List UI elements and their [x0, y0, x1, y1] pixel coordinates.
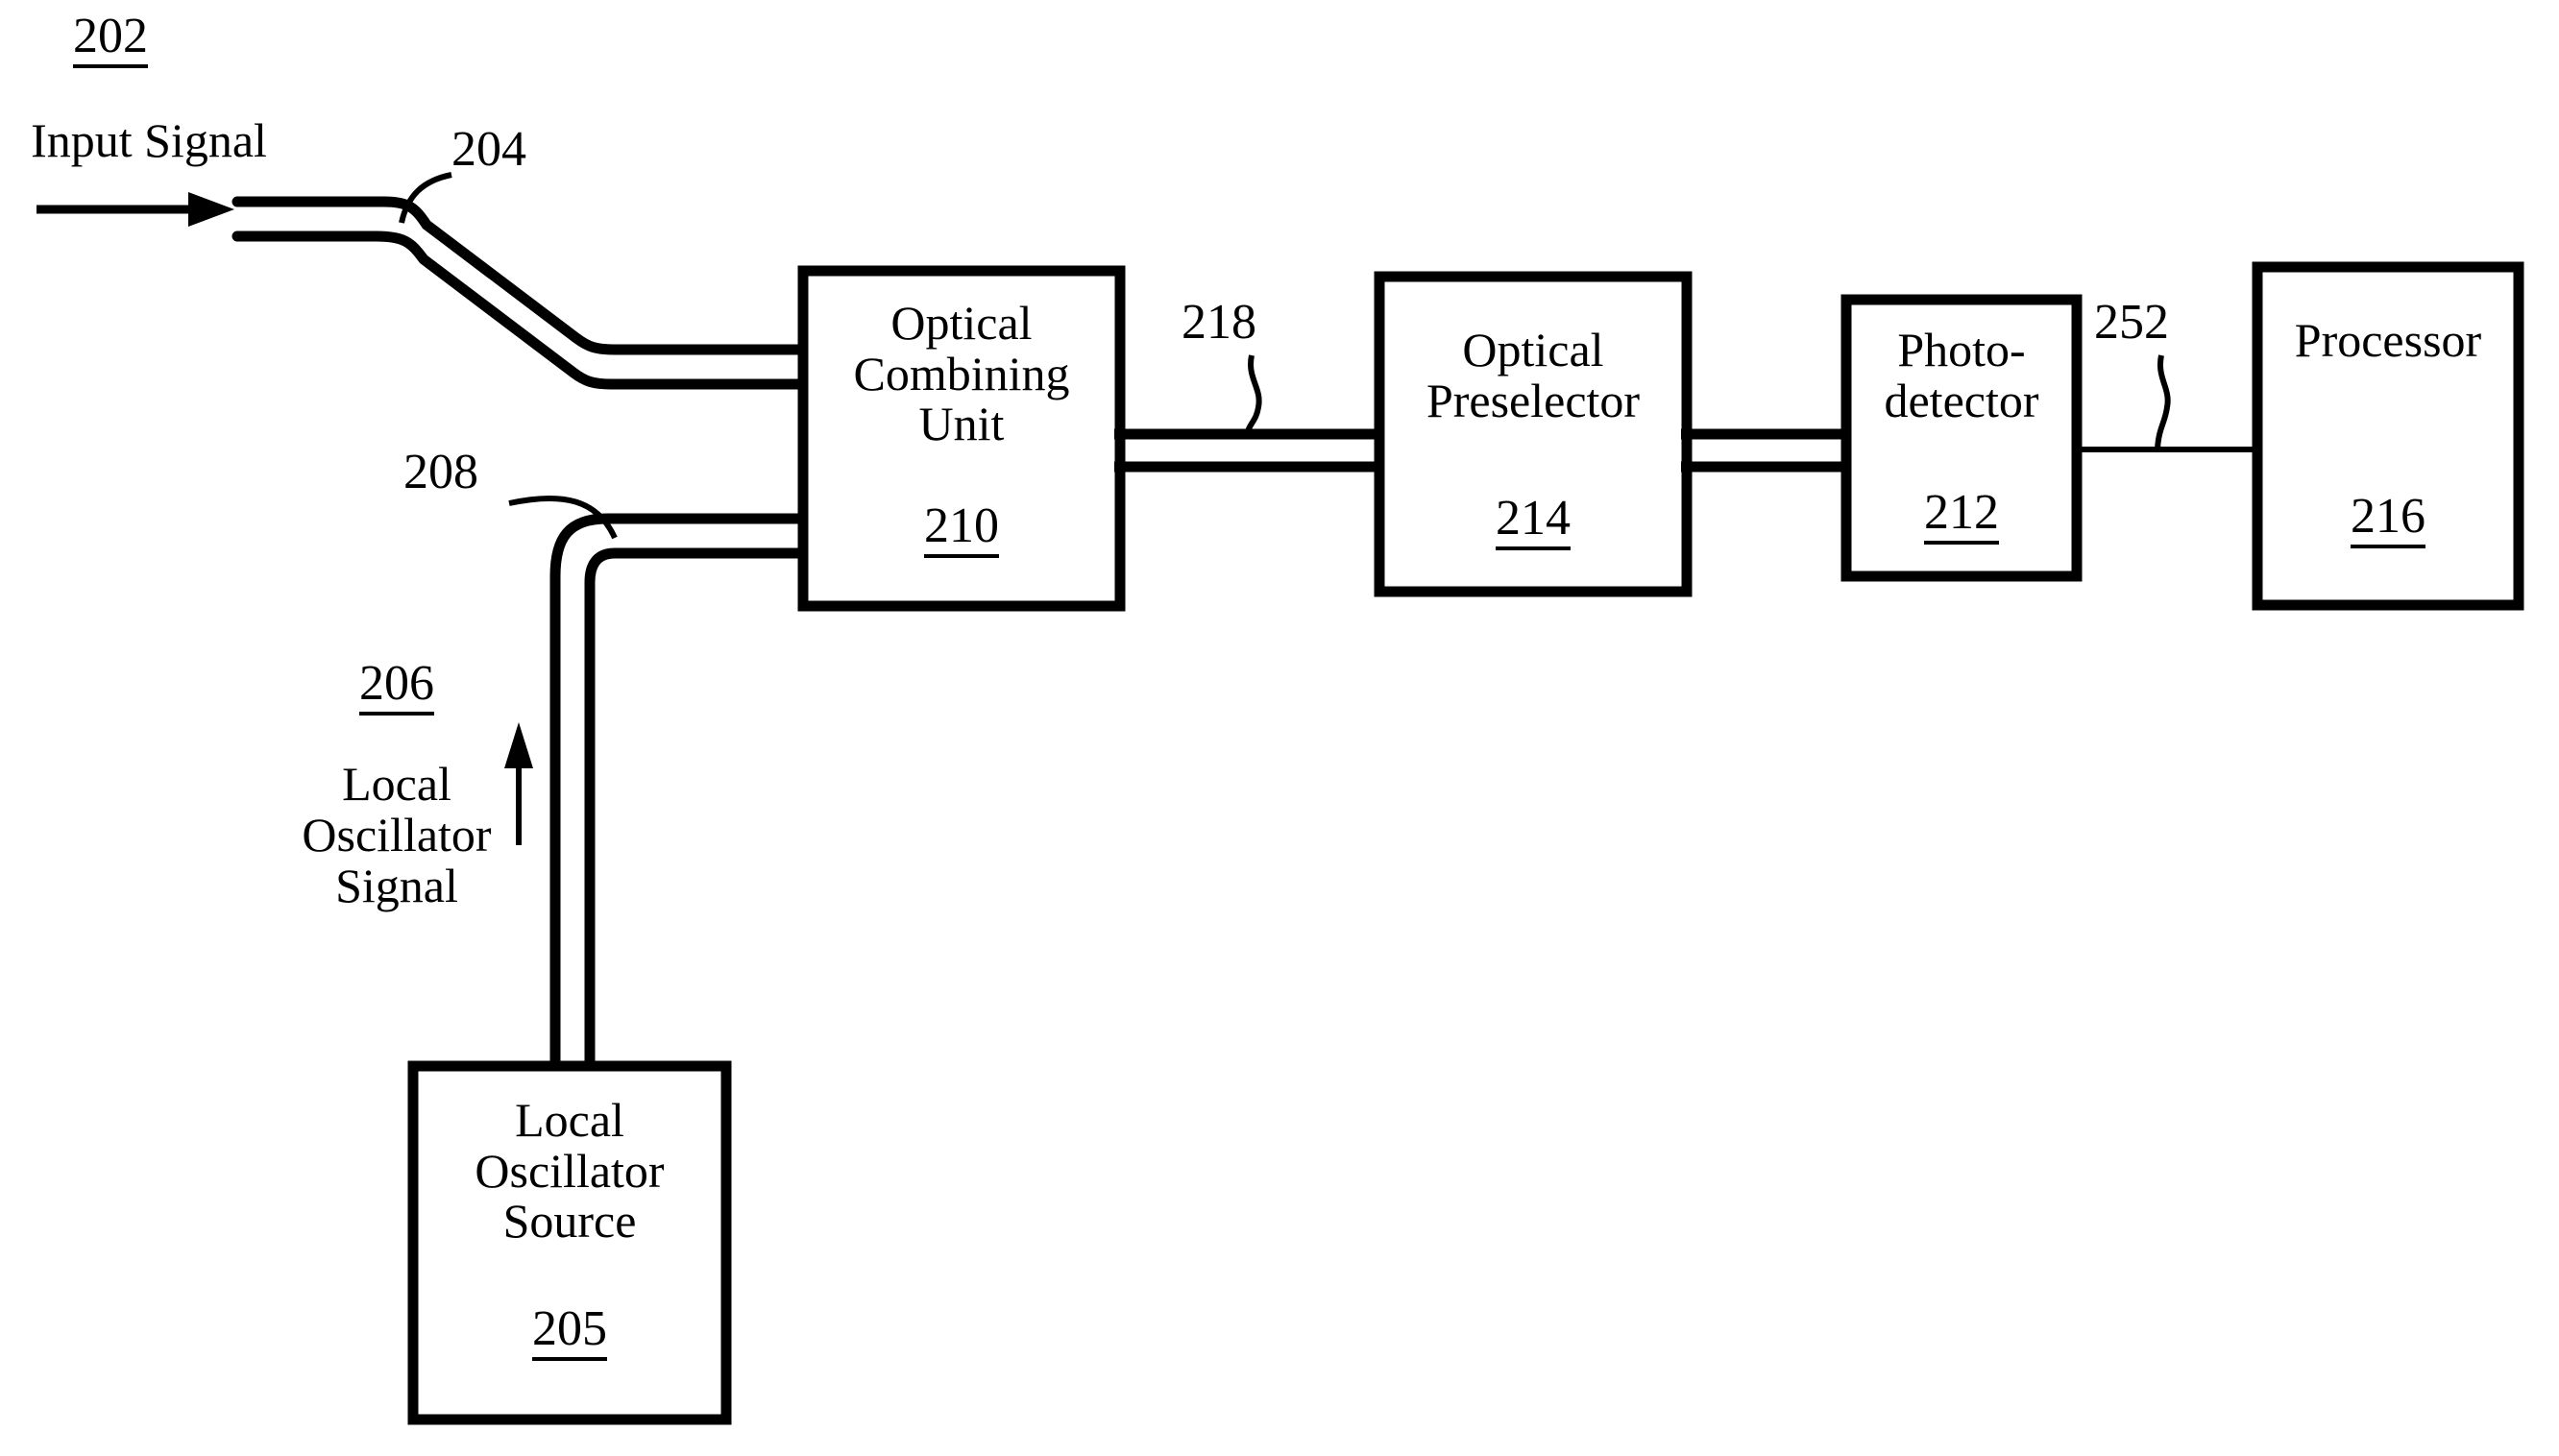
ref-206: 206	[305, 659, 488, 716]
ref-216: 216	[2257, 492, 2519, 548]
leader-252	[2155, 354, 2171, 450]
ref-218: 218	[1182, 295, 1256, 350]
ref-204: 204	[451, 122, 526, 177]
label-photodetector: Photo- detector	[1884, 323, 2039, 427]
input-signal-label: Input Signal	[31, 113, 267, 167]
ref-252: 252	[2094, 295, 2169, 350]
waveguide-218	[1114, 428, 1379, 473]
ref-214: 214	[1379, 494, 1687, 550]
ref-205: 205	[413, 1304, 726, 1361]
label-optical-preselector: Optical Preselector	[1426, 323, 1641, 427]
input-signal-arrow	[37, 192, 234, 227]
ref-210: 210	[803, 501, 1120, 558]
label-local-oscillator-source: Local Oscillator Source	[475, 1093, 665, 1248]
lo-waveguide-208	[549, 513, 809, 1072]
waveguide-preselector-to-photodetector	[1681, 428, 1846, 473]
ref-208: 208	[403, 445, 478, 499]
label-optical-combining-unit: Optical Combining Unit	[853, 296, 1070, 450]
local-oscillator-signal-label: Local Oscillator Signal	[302, 757, 492, 912]
input-waveguide-204	[232, 196, 809, 390]
patent-figure: 202 Input Signal 204 208 206 Local Oscil…	[0, 0, 2559, 1456]
diagram-vector-layer	[37, 172, 2524, 1425]
ref-212: 212	[1846, 488, 2077, 545]
ref-202: 202	[19, 12, 202, 68]
leader-218	[1244, 354, 1262, 435]
label-processor: Processor	[2294, 313, 2482, 367]
